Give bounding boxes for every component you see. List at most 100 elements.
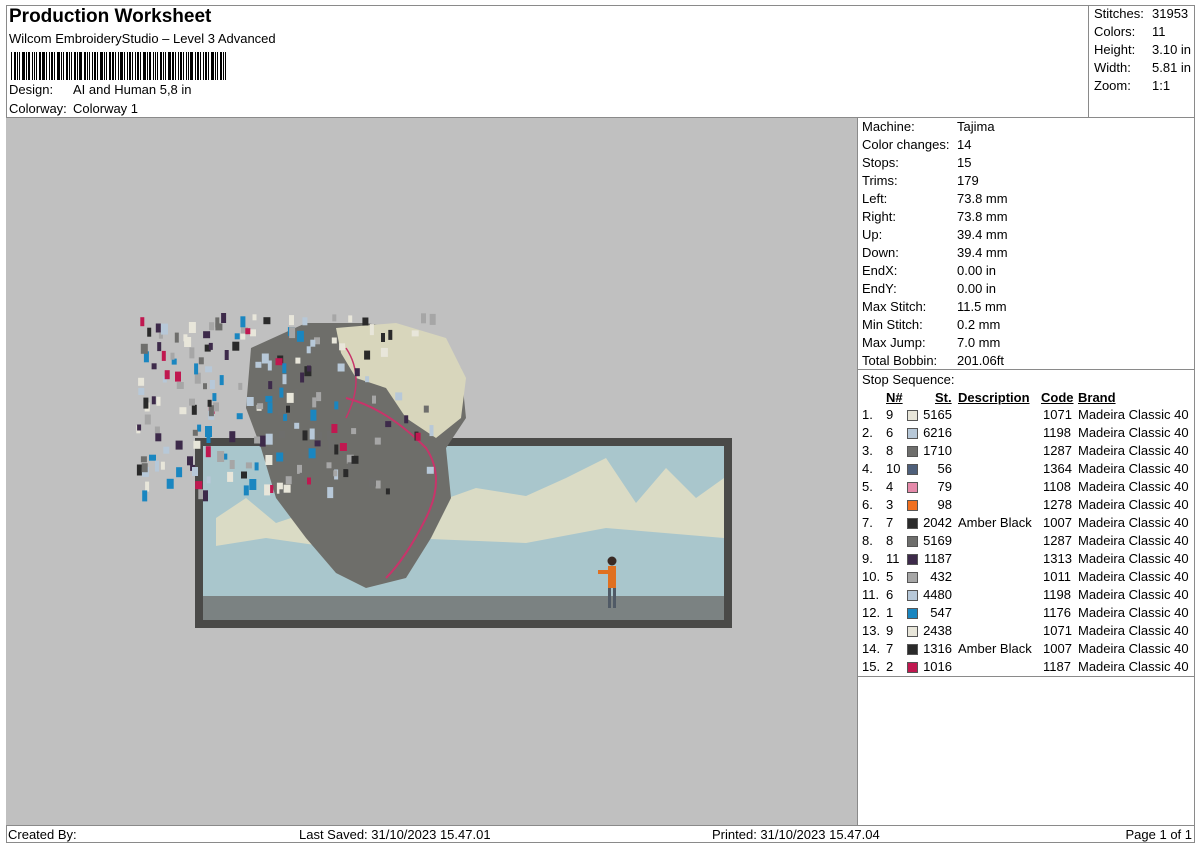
needle-number: 1 bbox=[886, 605, 894, 620]
stitch-pixel bbox=[369, 324, 374, 336]
stat-stitches: Stitches: 31953 bbox=[1094, 6, 1188, 21]
stitch-pixel bbox=[142, 490, 148, 502]
stop-index: 1. bbox=[862, 407, 873, 422]
stitch-pixel bbox=[156, 396, 161, 406]
stitch-pixel bbox=[163, 446, 170, 454]
barcode-bar bbox=[39, 52, 41, 80]
info-value: 73.8 mm bbox=[957, 209, 1008, 224]
thread-brand: Madeira Classic 40 bbox=[1078, 569, 1189, 584]
stitch-pixel bbox=[249, 479, 257, 490]
thread-brand: Madeira Classic 40 bbox=[1078, 533, 1189, 548]
color-swatch bbox=[907, 572, 918, 583]
design-label: Design: bbox=[9, 82, 54, 97]
stitch-pixel bbox=[254, 462, 259, 471]
stitch-pixel bbox=[149, 454, 156, 461]
stitch-pixel bbox=[203, 331, 211, 339]
stitch-pixel bbox=[316, 392, 322, 402]
stop-index: 15. bbox=[862, 659, 881, 674]
needle-number: 11 bbox=[886, 551, 900, 566]
machine-info-row: Total Bobbin: 201.06ft bbox=[862, 353, 1004, 368]
stop-index: 2. bbox=[862, 425, 873, 440]
stitch-pixel bbox=[243, 485, 249, 496]
barcode-bar bbox=[14, 52, 16, 80]
page-title: Production Worksheet bbox=[9, 6, 212, 27]
stitch-pixel bbox=[362, 317, 369, 326]
thread-code: 1313 bbox=[1043, 551, 1072, 566]
stitch-pixel bbox=[208, 342, 213, 350]
stitch-pixel bbox=[302, 430, 308, 441]
stitch-pixel bbox=[306, 365, 311, 372]
stitch-pixel bbox=[285, 476, 292, 485]
barcode-bar bbox=[106, 52, 107, 80]
thread-code: 1108 bbox=[1043, 479, 1071, 494]
needle-number: 7 bbox=[886, 515, 894, 530]
color-swatch bbox=[907, 662, 918, 673]
stitch-pixel bbox=[151, 363, 157, 370]
stitch-count: 5165 bbox=[923, 407, 952, 422]
info-value: 14 bbox=[957, 137, 972, 152]
stitch-count: 432 bbox=[930, 569, 952, 584]
stitch-pixel bbox=[217, 451, 225, 462]
worksheet-header: Production Worksheet Wilcom EmbroiderySt… bbox=[6, 5, 1089, 118]
thread-code: 1287 bbox=[1043, 443, 1072, 458]
stop-row: 15. 2 1016 1187 Madeira Classic 40 bbox=[858, 659, 1195, 677]
thread-code: 1364 bbox=[1043, 461, 1072, 476]
stitch-pixel bbox=[212, 393, 217, 402]
barcode-bar bbox=[112, 52, 114, 80]
info-value: Tajima bbox=[957, 119, 995, 134]
stitch-pixel bbox=[219, 375, 224, 386]
divider bbox=[858, 369, 1195, 370]
stat-value: 5.81 in bbox=[1152, 60, 1192, 75]
design-row: Design: AI and Human 5,8 in bbox=[9, 82, 192, 97]
info-value: 201.06ft bbox=[957, 353, 1004, 368]
stat-zoom: Zoom: 1:1 bbox=[1094, 78, 1170, 93]
barcode-bar bbox=[104, 52, 105, 80]
stitch-pixel bbox=[192, 467, 198, 476]
stitch-pixel bbox=[297, 464, 302, 474]
col-header-description: Description bbox=[958, 390, 1030, 405]
stitch-pixel bbox=[289, 315, 294, 326]
stitch-pixel bbox=[265, 433, 273, 445]
info-value: 0.00 in bbox=[957, 281, 997, 296]
stitch-pixel bbox=[189, 347, 195, 359]
stitch-pixel bbox=[283, 413, 288, 421]
thread-brand: Madeira Classic 40 bbox=[1078, 443, 1189, 458]
stitch-pixel bbox=[241, 471, 247, 479]
stitch-pixel bbox=[339, 443, 347, 451]
info-value: 11.5 mm bbox=[957, 299, 1007, 314]
barcode-bar bbox=[153, 52, 154, 80]
barcode-bar bbox=[132, 52, 133, 80]
barcode-bar bbox=[42, 52, 45, 80]
thread-code: 1198 bbox=[1043, 425, 1071, 440]
color-swatch bbox=[907, 500, 918, 511]
barcode-bar bbox=[28, 52, 30, 80]
stitch-pixel bbox=[138, 388, 145, 395]
stitch-pixel bbox=[348, 315, 353, 323]
stitch-pixel bbox=[175, 440, 183, 450]
stitch-pixel bbox=[423, 405, 429, 413]
thread-brand: Madeira Classic 40 bbox=[1078, 515, 1189, 530]
stitch-pixel bbox=[426, 466, 434, 474]
stitch-pixel bbox=[193, 440, 201, 449]
barcode-bar bbox=[17, 52, 18, 80]
color-swatch bbox=[907, 554, 918, 565]
stitch-pixel bbox=[385, 488, 390, 495]
stitch-pixel bbox=[209, 380, 215, 389]
stitch-pixel bbox=[227, 471, 234, 482]
stitch-pixel bbox=[263, 317, 271, 325]
stitch-pixel bbox=[154, 426, 160, 434]
barcode-bar bbox=[143, 52, 146, 80]
thread-brand: Madeira Classic 40 bbox=[1078, 479, 1189, 494]
stitch-pixel bbox=[385, 421, 392, 428]
stitch-pixel bbox=[194, 363, 199, 375]
stitch-pixel bbox=[337, 363, 345, 372]
stitch-pixel bbox=[240, 333, 246, 340]
page-number: Page 1 of 1 bbox=[1125, 827, 1193, 842]
barcode-bar bbox=[178, 52, 179, 80]
stitch-pixel bbox=[205, 426, 212, 437]
stitch-pixel bbox=[332, 314, 337, 322]
printed-date: Printed: 31/10/2023 15.47.04 bbox=[712, 827, 880, 842]
stitch-pixel bbox=[283, 484, 291, 493]
stitch-pixel bbox=[187, 456, 193, 466]
stop-index: 6. bbox=[862, 497, 873, 512]
